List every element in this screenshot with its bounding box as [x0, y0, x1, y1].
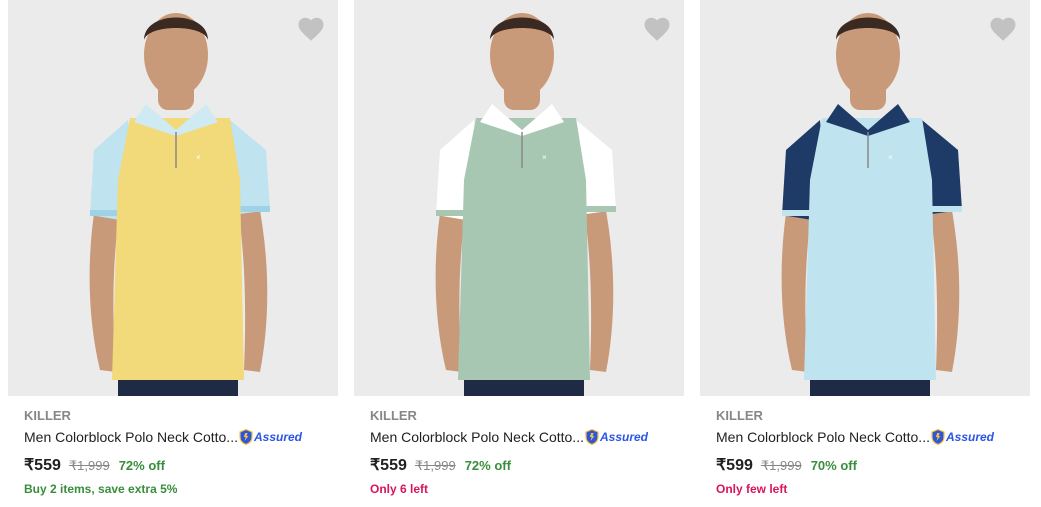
product-image[interactable]: × [700, 0, 1030, 396]
product-title[interactable]: Men Colorblock Polo Neck Cotto... [370, 429, 584, 445]
shield-icon [585, 429, 599, 445]
selling-price: ₹559 [370, 457, 407, 474]
product-image[interactable]: × [8, 0, 338, 396]
shirt-body [112, 118, 244, 380]
assured-badge: Assured [239, 429, 302, 445]
product-image[interactable]: × [354, 0, 684, 396]
shirt-body [804, 118, 936, 380]
original-price: ₹1,999 [414, 458, 456, 473]
assured-label: Assured [599, 430, 649, 444]
product-card[interactable]: × KILLER Men Colorblock Polo Neck Cotto.… [700, 0, 1030, 507]
assured-label: Assured [253, 430, 303, 444]
original-price: ₹1,999 [760, 458, 802, 473]
offer-text: Buy 2 items, save extra 5% [24, 482, 178, 496]
sleeve-trim-right [586, 206, 616, 212]
product-title[interactable]: Men Colorblock Polo Neck Cotto... [716, 429, 930, 445]
product-title[interactable]: Men Colorblock Polo Neck Cotto... [24, 429, 238, 445]
shield-icon [931, 429, 945, 445]
shirt-logo: × [888, 153, 893, 162]
sleeve-trim-left [436, 210, 466, 216]
discount-label: 70% off [810, 458, 857, 473]
shirt-body [458, 118, 590, 380]
sleeve-trim-right [932, 206, 962, 212]
selling-price: ₹599 [716, 457, 753, 474]
heart-icon[interactable] [296, 14, 326, 44]
shirt-logo: × [542, 153, 547, 162]
original-price: ₹1,999 [68, 458, 110, 473]
discount-label: 72% off [464, 458, 511, 473]
shirt-logo: × [196, 153, 201, 162]
product-card[interactable]: × KILLER Men Colorblock Polo Neck Cotto.… [354, 0, 684, 507]
sleeve-trim-left [90, 210, 120, 216]
assured-badge: Assured [931, 429, 994, 445]
brand-name: KILLER [370, 408, 417, 423]
assured-badge: Assured [585, 429, 648, 445]
brand-name: KILLER [24, 408, 71, 423]
selling-price: ₹559 [24, 457, 61, 474]
stock-text: Only 6 left [370, 482, 429, 496]
assured-label: Assured [945, 430, 995, 444]
sleeve-trim-right [240, 206, 270, 212]
brand-name: KILLER [716, 408, 763, 423]
heart-icon[interactable] [642, 14, 672, 44]
product-card[interactable]: × KILLER Men Colorblock Polo Neck Cotto.… [8, 0, 338, 507]
discount-label: 72% off [118, 458, 165, 473]
shield-icon [239, 429, 253, 445]
sleeve-trim-left [782, 210, 812, 216]
heart-icon[interactable] [988, 14, 1018, 44]
stock-text: Only few left [716, 482, 788, 496]
